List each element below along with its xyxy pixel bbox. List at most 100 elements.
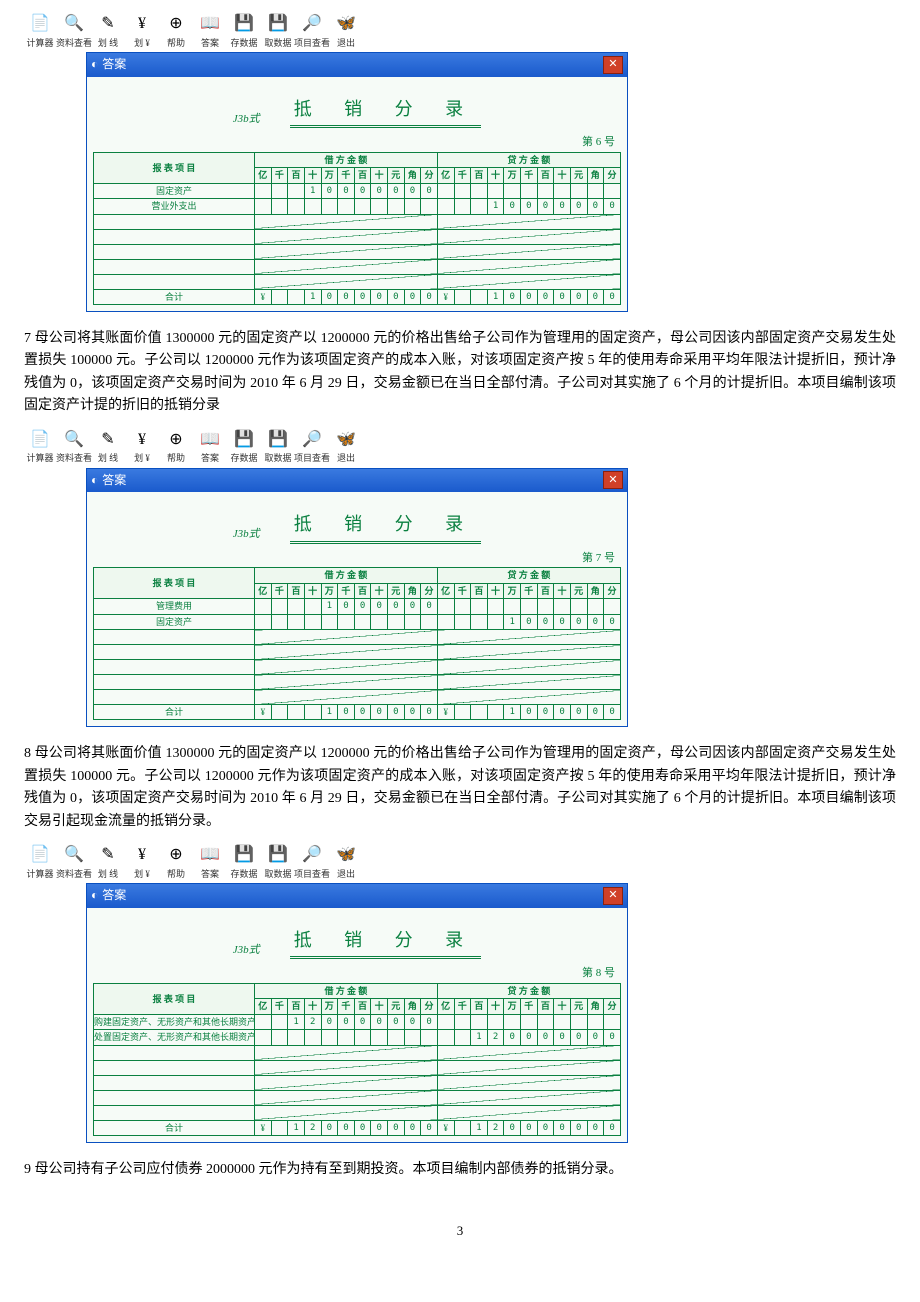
toolbar-btn-6[interactable]: 💾存数据: [228, 843, 260, 881]
digit-cell: [321, 199, 338, 214]
toolbar-btn-1[interactable]: 🔍资料查看: [58, 12, 90, 50]
toolbar-btn-7[interactable]: 💾取数据: [262, 12, 294, 50]
unit-header: 十: [371, 168, 388, 183]
toolbar-btn-7[interactable]: 💾取数据: [262, 427, 294, 465]
digit-cell: [554, 599, 571, 614]
window-icon: ◐: [91, 886, 98, 905]
toolbar-btn-9[interactable]: 🦋退出: [330, 427, 362, 465]
toolbar-btn-5[interactable]: 📖答案: [194, 843, 226, 881]
toolbar-label: 计算器: [26, 451, 53, 465]
form-number: 第 8 号: [93, 965, 621, 983]
slash-cell: [437, 1060, 620, 1075]
item-name: 处置固定资产、无形资产和其他长期资产收到的现金净额: [94, 1030, 255, 1045]
toolbar-btn-3[interactable]: ¥划 ¥: [126, 427, 158, 465]
slash-cell: [255, 229, 438, 244]
digit-cell: 0: [321, 1120, 338, 1135]
currency-symbol: ¥: [255, 705, 272, 720]
toolbar-btn-9[interactable]: 🦋退出: [330, 843, 362, 881]
digit-cell: [487, 1014, 504, 1029]
digit-cell: [354, 199, 371, 214]
toolbar-btn-4[interactable]: ⊕帮助: [160, 427, 192, 465]
unit-header: 千: [271, 999, 288, 1014]
digit-cell: 1: [288, 1120, 305, 1135]
item-empty: [94, 660, 255, 675]
toolbar-btn-1[interactable]: 🔍资料查看: [58, 843, 90, 881]
item-empty: [94, 244, 255, 259]
ledger-total-row: 合计¥1000000¥1000000: [94, 705, 621, 720]
digit-cell: [504, 599, 521, 614]
toolbar-label: 存数据: [230, 867, 257, 881]
toolbar-btn-8[interactable]: 🔎项目查看: [296, 427, 328, 465]
digit-cell: [304, 1030, 321, 1045]
unit-header: 十: [554, 999, 571, 1014]
unit-header: 百: [471, 168, 488, 183]
toolbar-btn-0[interactable]: 📄计算器: [24, 843, 56, 881]
digit-cell: [304, 599, 321, 614]
digit-cell: 0: [404, 705, 421, 720]
currency-symbol: ¥: [255, 1120, 272, 1135]
digit-cell: [271, 1030, 288, 1045]
item-empty: [94, 1060, 255, 1075]
slash-cell: [255, 244, 438, 259]
toolbar-btn-7[interactable]: 💾取数据: [262, 843, 294, 881]
close-button[interactable]: ✕: [603, 56, 623, 74]
toolbar-btn-9[interactable]: 🦋退出: [330, 12, 362, 50]
unit-header: 元: [388, 999, 405, 1014]
digit-cell: [255, 1014, 272, 1029]
toolbar-icon: 🦋: [334, 427, 358, 451]
slash-cell: [437, 259, 620, 274]
toolbar-btn-6[interactable]: 💾存数据: [228, 12, 260, 50]
toolbar-btn-4[interactable]: ⊕帮助: [160, 843, 192, 881]
toolbar-btn-3[interactable]: ¥划 ¥: [126, 12, 158, 50]
toolbar-btn-1[interactable]: 🔍资料查看: [58, 427, 90, 465]
digit-cell: 0: [521, 1030, 538, 1045]
digit-cell: [570, 1014, 587, 1029]
digit-cell: 1: [487, 199, 504, 214]
digit-cell: [504, 1014, 521, 1029]
question-8-text: 8 母公司将其账面价值 1300000 元的固定资产以 1200000 元的价格…: [24, 743, 896, 833]
digit-cell: [454, 199, 471, 214]
toolbar-btn-6[interactable]: 💾存数据: [228, 427, 260, 465]
digit-cell: 1: [321, 705, 338, 720]
digit-cell: [271, 289, 288, 304]
close-button[interactable]: ✕: [603, 887, 623, 905]
digit-cell: [371, 1030, 388, 1045]
toolbar-btn-3[interactable]: ¥划 ¥: [126, 843, 158, 881]
digit-cell: 0: [554, 199, 571, 214]
digit-cell: 0: [537, 1030, 554, 1045]
toolbar-btn-8[interactable]: 🔎项目查看: [296, 843, 328, 881]
form-code: J3b式: [233, 111, 260, 129]
toolbar-btn-2[interactable]: ✎划 线: [92, 427, 124, 465]
toolbar-btn-0[interactable]: 📄计算器: [24, 427, 56, 465]
ledger-empty-row: [94, 1075, 621, 1090]
toolbar-btn-4[interactable]: ⊕帮助: [160, 12, 192, 50]
toolbar-btn-0[interactable]: 📄计算器: [24, 12, 56, 50]
form-header: J3b式抵 销 分 录: [93, 498, 621, 550]
unit-header: 万: [321, 583, 338, 598]
digit-cell: [437, 183, 454, 198]
slash-cell: [255, 1045, 438, 1060]
toolbar-btn-5[interactable]: 📖答案: [194, 12, 226, 50]
toolbar-btn-5[interactable]: 📖答案: [194, 427, 226, 465]
toolbar-btn-8[interactable]: 🔎项目查看: [296, 12, 328, 50]
digit-cell: [288, 289, 305, 304]
slash-cell: [437, 274, 620, 289]
digit-cell: [421, 199, 438, 214]
toolbar-label: 退出: [337, 36, 355, 50]
toolbar-btn-2[interactable]: ✎划 线: [92, 843, 124, 881]
toolbar-label: 项目查看: [294, 451, 330, 465]
unit-header: 角: [587, 168, 604, 183]
digit-cell: 1: [321, 599, 338, 614]
toolbar-icon: 📖: [198, 12, 222, 36]
unit-header: 百: [288, 583, 305, 598]
digit-cell: 0: [554, 614, 571, 629]
close-button[interactable]: ✕: [603, 471, 623, 489]
col-item-header: 报 表 项 目: [94, 568, 255, 599]
toolbar-btn-2[interactable]: ✎划 线: [92, 12, 124, 50]
item-empty: [94, 690, 255, 705]
digit-cell: 0: [570, 1030, 587, 1045]
digit-cell: [587, 183, 604, 198]
digit-cell: [404, 1030, 421, 1045]
digit-cell: [271, 183, 288, 198]
answer-window: ◐答案✕J3b式抵 销 分 录第 6 号报 表 项 目借 方 金 额贷 方 金 …: [86, 52, 628, 312]
